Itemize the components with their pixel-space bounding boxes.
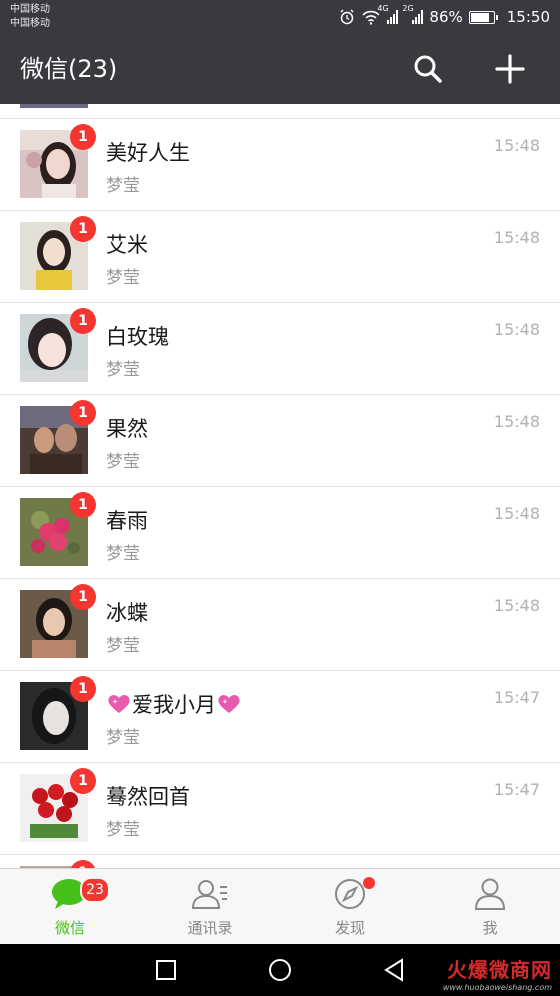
triangle-back-icon [384,958,403,982]
signal-2-icon: 2G [402,4,424,24]
chat-row[interactable]: 1 果然 梦莹 15:48 [0,395,560,487]
unread-badge: 1 [70,492,96,518]
battery-percent: 86% [429,8,463,26]
sparkling-heart-icon [108,695,130,713]
tab-chats[interactable]: 23 微信 [0,869,140,945]
unread-badge: 1 [70,216,96,242]
contacts-icon [191,880,227,909]
chat-preview: 梦莹 [106,360,140,380]
chat-preview: 梦莹 [106,268,140,288]
unread-badge: 1 [70,584,96,610]
watermark: 火爆微商网 www.huobaoweishang.com [443,954,552,992]
bottom-tab-bar: 23 微信 通讯录 发现 我 [0,868,560,945]
unread-badge: 1 [70,124,96,150]
circle-icon [269,959,291,981]
home-button[interactable] [264,954,296,986]
plus-icon [495,54,525,84]
unread-badge: 1 [70,308,96,334]
recents-button[interactable] [150,954,182,986]
alarm-icon [340,9,354,25]
avatar [20,104,88,108]
header-bar: 微信(23) [0,34,560,104]
chat-name: 蓦然回首 [106,785,190,809]
chat-time: 15:48 [493,320,540,339]
chat-row[interactable]: 1 美好人生 梦莹 15:48 [0,119,560,211]
chat-name-text: 爱我小月 [132,693,216,717]
unread-badge: 1 [70,768,96,794]
tab-discover[interactable]: 发现 [280,869,420,945]
chat-row[interactable]: 1 白玫瑰 梦莹 15:48 [0,303,560,395]
tab-me[interactable]: 我 [420,869,560,945]
tab-label: 我 [482,919,498,937]
chat-preview: 梦莹 [106,728,140,748]
tab-label: 通讯录 [187,919,233,937]
carrier-1: 中国移动 [10,4,50,15]
chat-time: 15:47 [493,780,540,799]
search-button[interactable] [408,49,448,89]
chat-name: 春雨 [106,509,148,533]
tab-unread-badge: 23 [80,877,110,903]
chat-list[interactable]: 1 美好人生 梦莹 15:48 1 艾米 梦莹 15:48 1 白玫瑰 梦莹 1… [0,104,560,868]
chat-name: 白玫瑰 [106,325,169,349]
chat-preview: 梦莹 [106,544,140,564]
tab-contacts[interactable]: 通讯录 [140,869,280,945]
chat-preview: 梦莹 [106,636,140,656]
unread-badge: 1 [70,860,96,868]
tab-label: 发现 [334,919,365,937]
chat-name: 艾米 [106,233,148,257]
chat-name: 爱我小月 [106,689,242,719]
chat-row[interactable]: 1 冰蝶 梦莹 15:48 [0,579,560,671]
status-icons: 4G 2G 86% 15:50 [339,4,550,28]
carrier-2: 中国移动 [10,18,50,29]
chat-time: 15:48 [493,596,540,615]
chat-preview: 梦莹 [106,820,140,840]
tab-label: 微信 [54,919,85,937]
square-icon [156,960,176,980]
chat-time: 15:48 [493,504,540,523]
chat-row[interactable]: 1 艾米 梦莹 15:48 [0,211,560,303]
network-type-2: 2G [402,4,414,13]
unread-badge: 1 [70,676,96,702]
search-icon [414,55,442,83]
chat-row-partial-top[interactable] [0,104,560,119]
battery-icon [468,10,498,24]
back-button[interactable] [378,954,410,986]
chat-row[interactable]: 1 春雨 梦莹 15:48 [0,487,560,579]
chat-name: 美好人生 [106,141,190,165]
system-nav-bar: 火爆微商网 www.huobaoweishang.com [0,944,560,996]
sparkling-heart-icon [218,695,240,713]
chat-time: 15:48 [493,136,540,155]
chat-row-partial[interactable]: 1 [0,855,560,868]
signal-1-icon: 4G [377,4,399,24]
chat-row[interactable]: 1 爱我小月 梦莹 15:47 [0,671,560,763]
watermark-url: www.huobaoweishang.com [442,983,552,992]
chat-preview: 梦莹 [106,452,140,472]
person-icon [474,878,506,910]
notification-dot [363,877,375,889]
unread-badge: 1 [70,400,96,426]
status-bar: 中国移动 中国移动 4G 2G 86% 15:50 [0,0,560,34]
page-title: 微信(23) [20,55,118,83]
add-button[interactable] [490,49,530,89]
chat-name: 冰蝶 [106,601,148,625]
chat-time: 15:48 [493,412,540,431]
chat-preview: 梦莹 [106,176,140,196]
chat-time: 15:47 [493,688,540,707]
carrier-info: 中国移动 中国移动 [10,3,50,31]
watermark-text: 火爆微商网 [447,958,552,982]
chat-row[interactable]: 1 蓦然回首 梦莹 15:47 [0,763,560,855]
chat-time: 15:48 [493,228,540,247]
chat-name: 果然 [106,417,148,441]
network-type-1: 4G [377,4,389,13]
clock: 15:50 [506,8,550,26]
